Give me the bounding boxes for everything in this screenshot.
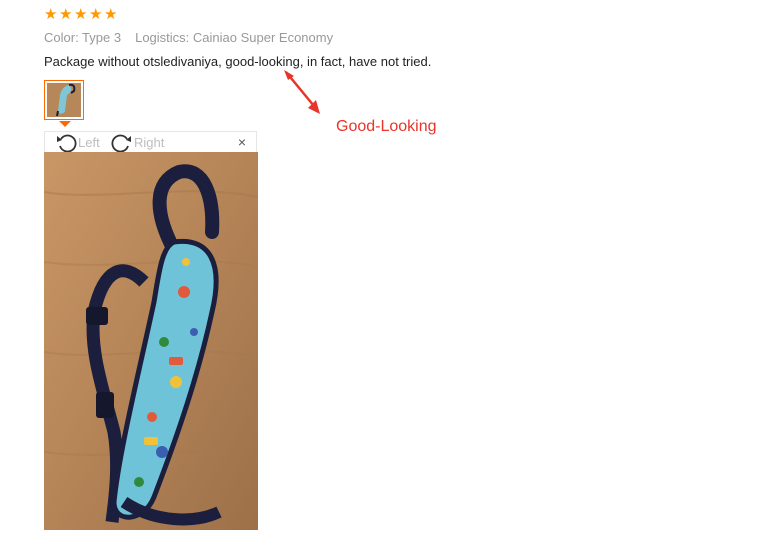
review-photo-thumbnail[interactable] [44, 80, 84, 120]
thumbnail-pointer [59, 121, 71, 127]
thumbnail-image [47, 83, 81, 117]
star-rating: ★ ★ ★ ★ ★ [44, 7, 119, 23]
star-icon: ★ [104, 6, 118, 23]
rotate-right-icon [111, 134, 131, 152]
star-icon: ★ [59, 6, 73, 23]
rotate-left-button[interactable]: Left [55, 132, 100, 152]
rotate-left-label: Left [78, 134, 100, 150]
color-label: Color: Type 3 [44, 30, 122, 45]
review-text: Package without otsledivaniya, good-look… [44, 54, 432, 69]
close-icon[interactable]: × [238, 133, 246, 151]
rotate-left-icon [57, 134, 77, 152]
review-meta: Color: Type 3 Logistics: Cainiao Super Ec… [44, 30, 333, 45]
rotate-right-button[interactable]: Right [111, 132, 164, 152]
star-icon: ★ [44, 6, 58, 23]
photo-viewer-toolbar: Left Right × [44, 131, 257, 152]
review-photo [44, 152, 258, 530]
annotation-label: Good-Looking [336, 118, 437, 135]
logistics-label: Logistics: Cainiao Super Economy [135, 30, 334, 45]
star-icon: ★ [74, 6, 88, 23]
star-icon: ★ [89, 6, 103, 23]
annotation-arrow-icon [284, 70, 320, 114]
rotate-right-label: Right [134, 134, 165, 150]
